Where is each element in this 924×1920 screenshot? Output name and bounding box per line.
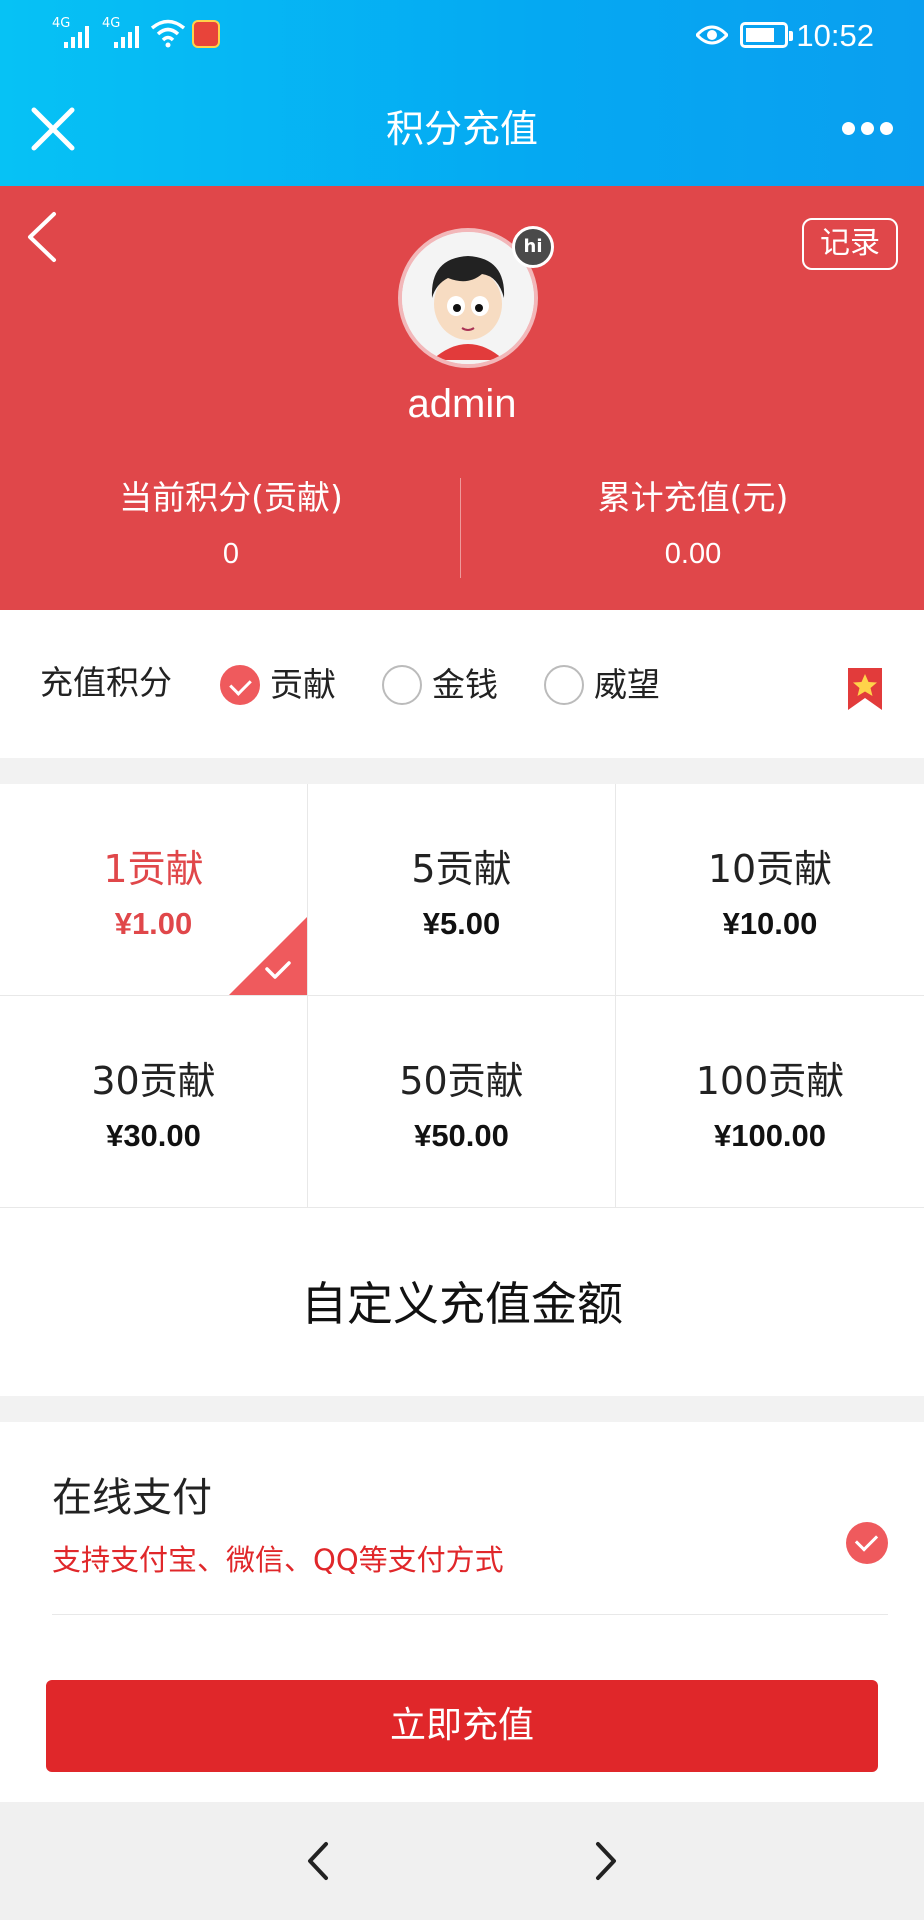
package-name: 100贡献	[695, 1059, 845, 1103]
total-recharge-stat: 累计充值(元) 0.00	[462, 476, 924, 576]
package-card-50[interactable]: 50贡献 ¥50.00	[308, 996, 616, 1208]
stat-label: 累计充值(元)	[597, 478, 789, 517]
radio-unchecked-icon	[544, 665, 584, 705]
signal-icon	[64, 26, 89, 48]
radio-unchecked-icon	[382, 665, 422, 705]
page-title: 积分充值	[385, 107, 538, 151]
radio-label: 威望	[594, 665, 660, 704]
profile-header: 记录 hi admin 当前积分(贡献) 0 累计充值(元) 0.00	[0, 186, 924, 610]
stat-value: 0	[222, 538, 240, 570]
selected-check-icon	[229, 917, 307, 995]
recharge-type-row: 充值积分 贡献 金钱 威望	[0, 610, 924, 758]
package-card-30[interactable]: 30贡献 ¥30.00	[0, 996, 308, 1208]
package-name: 30贡献	[91, 1059, 216, 1103]
radio-label: 金钱	[432, 665, 498, 704]
stat-divider	[460, 478, 461, 578]
payment-title[interactable]: 在线支付	[52, 1472, 212, 1524]
current-points-stat: 当前积分(贡献) 0	[0, 476, 462, 576]
recharge-type-label: 充值积分	[40, 663, 172, 702]
hi-badge: hi	[512, 226, 554, 268]
browser-bottom-nav	[0, 1802, 924, 1920]
wifi-icon	[150, 19, 186, 48]
radio-checked-icon	[220, 665, 260, 705]
app-top-bar: 4G 4G 10:52 积分充值	[0, 0, 924, 186]
package-name: 5贡献	[411, 847, 512, 891]
package-price: ¥30.00	[106, 1118, 201, 1153]
bookmark-star-icon[interactable]	[846, 666, 884, 712]
custom-amount-label: 自定义充值金额	[301, 1277, 623, 1331]
package-name: 1贡献	[103, 847, 204, 891]
package-grid: 1贡献 ¥1.00 5贡献 ¥5.00 10贡献 ¥10.00 30贡献 ¥30…	[0, 784, 924, 1208]
payment-description: 支持支付宝、微信、QQ等支付方式	[52, 1543, 504, 1577]
signal-icon	[114, 26, 139, 48]
battery-icon	[740, 22, 793, 48]
status-bar: 4G 4G 10:52	[0, 0, 924, 70]
payment-selected-check-icon[interactable]	[846, 1522, 888, 1564]
more-icon[interactable]	[842, 116, 896, 140]
radio-prestige[interactable]: 威望	[544, 662, 660, 708]
package-name: 50贡献	[399, 1059, 524, 1103]
custom-amount-button[interactable]: 自定义充值金额	[0, 1208, 924, 1396]
chevron-right-icon[interactable]	[588, 1838, 624, 1884]
chevron-left-icon[interactable]	[300, 1838, 336, 1884]
radio-contribution[interactable]: 贡献	[220, 662, 336, 708]
status-time: 10:52	[796, 18, 874, 53]
stat-value: 0.00	[664, 538, 722, 570]
app-notification-icon	[192, 20, 220, 48]
package-card-100[interactable]: 100贡献 ¥100.00	[616, 996, 924, 1208]
package-card-10[interactable]: 10贡献 ¥10.00	[616, 784, 924, 996]
username: admin	[407, 382, 517, 426]
package-name: 10贡献	[707, 847, 833, 891]
package-price: ¥10.00	[722, 906, 818, 941]
package-card-5[interactable]: 5贡献 ¥5.00	[308, 784, 616, 996]
back-icon[interactable]	[22, 210, 62, 264]
payment-section: 在线支付 支持支付宝、微信、QQ等支付方式 立即充值	[0, 1422, 924, 1802]
package-price: ¥50.00	[414, 1118, 509, 1153]
divider	[52, 1614, 888, 1615]
record-button[interactable]: 记录	[802, 218, 898, 270]
stat-label: 当前积分(贡献)	[119, 478, 343, 517]
package-card-1[interactable]: 1贡献 ¥1.00	[0, 784, 308, 996]
package-price: ¥5.00	[422, 906, 501, 941]
package-price: ¥100.00	[713, 1118, 827, 1153]
eye-icon	[696, 25, 728, 45]
radio-label: 贡献	[270, 665, 336, 704]
recharge-now-button[interactable]: 立即充值	[46, 1680, 878, 1772]
radio-money[interactable]: 金钱	[382, 662, 498, 708]
